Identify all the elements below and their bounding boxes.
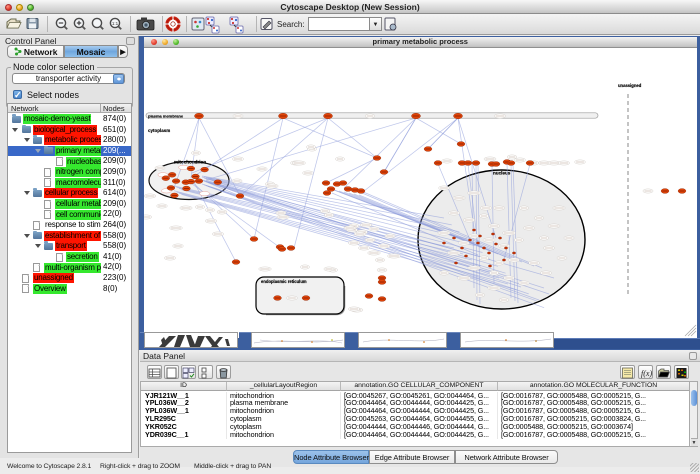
svg-text:unassigned: unassigned — [618, 83, 642, 88]
svg-text:nucleus: nucleus — [493, 170, 511, 175]
svg-text:1:1: 1:1 — [112, 21, 119, 26]
svg-text:mitochondrion: mitochondrion — [174, 159, 206, 164]
svg-text:cytoplasm: cytoplasm — [148, 128, 170, 133]
svg-text:f(x): f(x) — [641, 369, 652, 378]
svg-text:endoplasmic reticulum: endoplasmic reticulum — [261, 279, 307, 284]
svg-text:plasma membrane: plasma membrane — [148, 113, 184, 118]
